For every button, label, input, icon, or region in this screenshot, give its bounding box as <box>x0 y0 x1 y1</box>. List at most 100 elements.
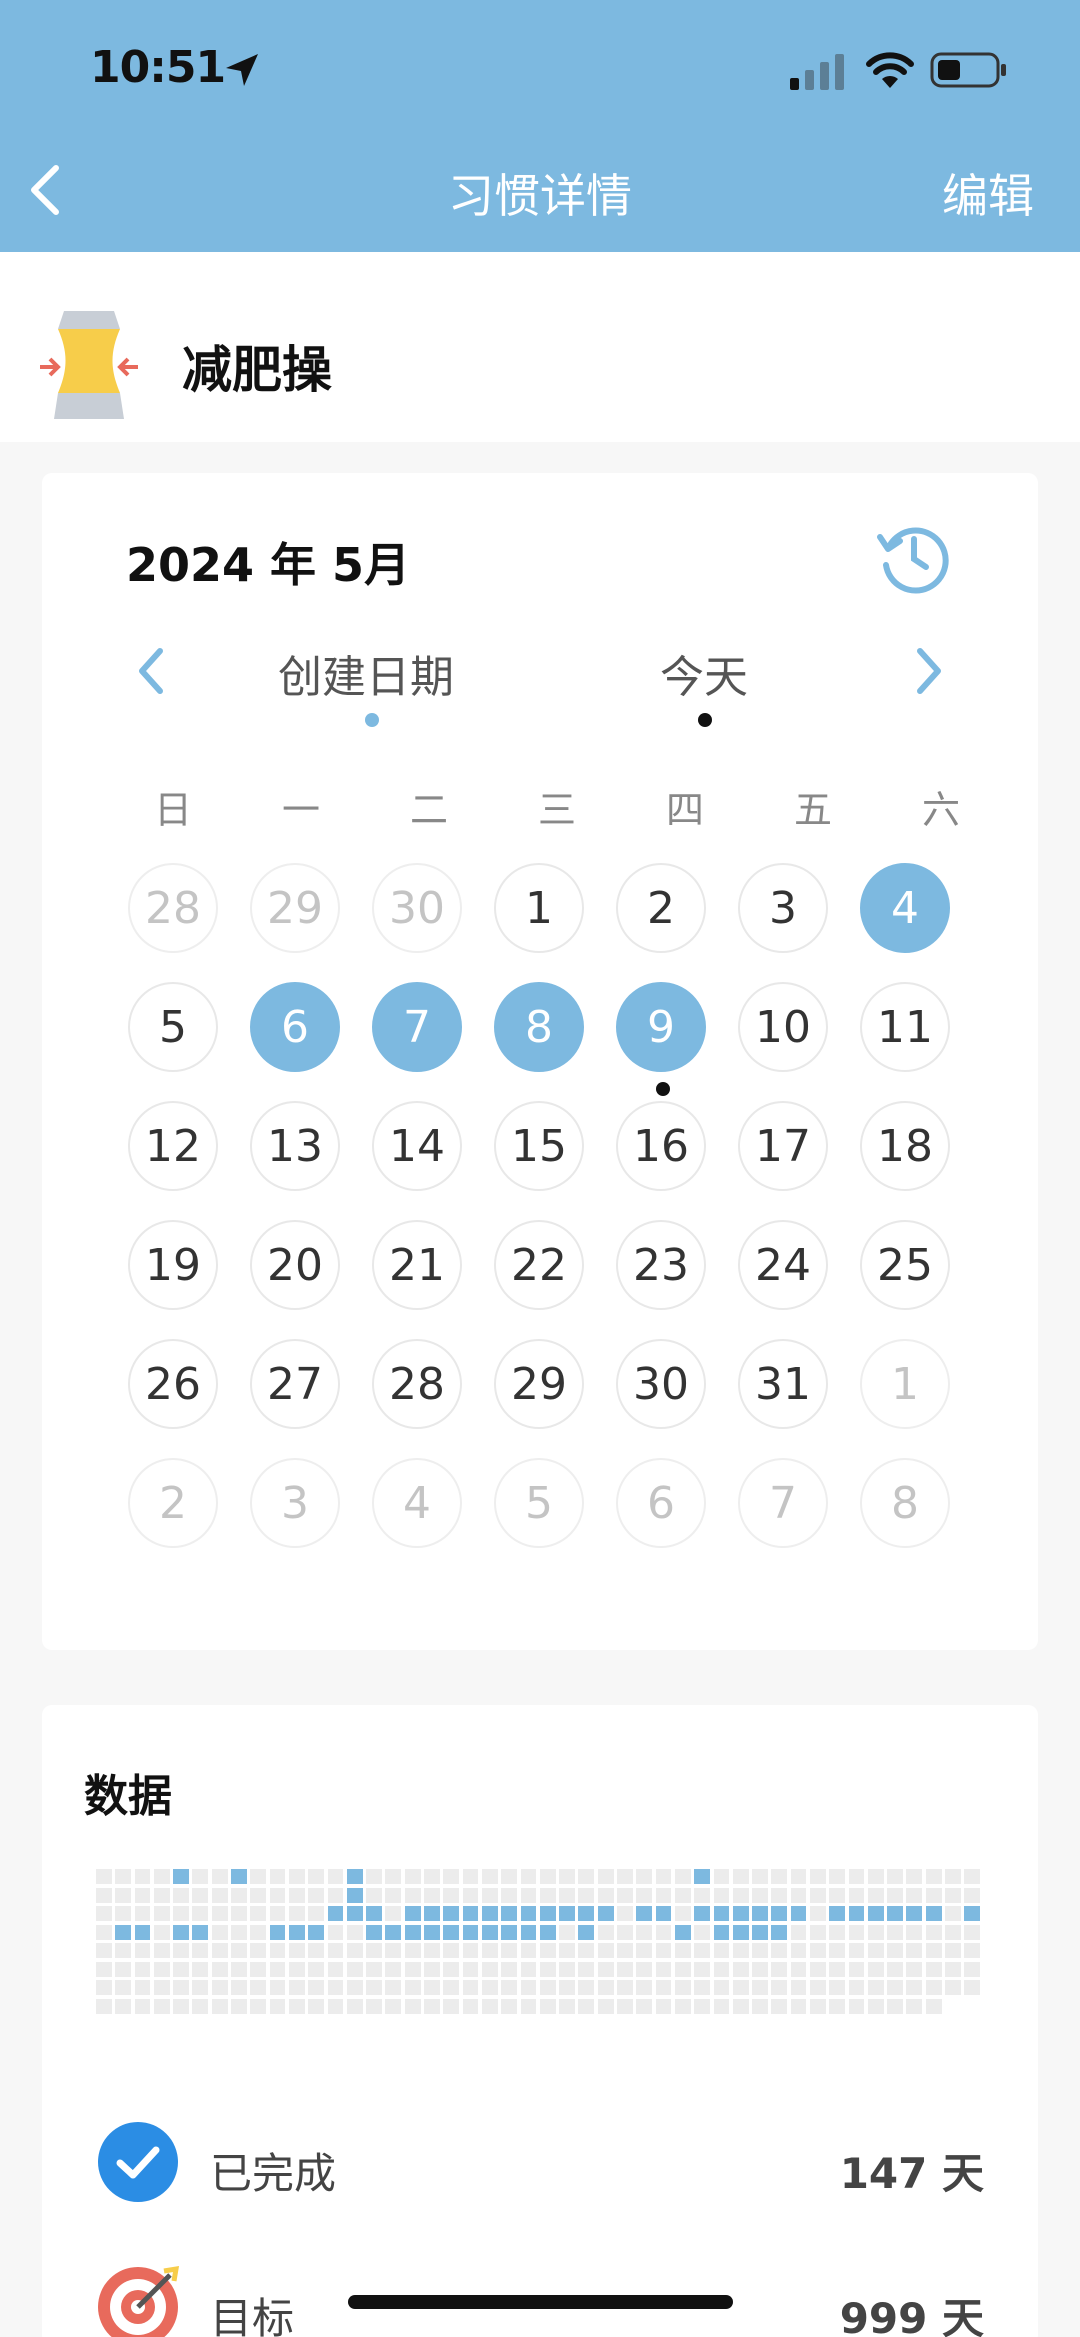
goal-label: 目标 <box>210 2294 295 2337</box>
calendar-day[interactable]: 4 <box>372 1458 462 1548</box>
calendar-day-number: 4 <box>891 882 919 934</box>
calendar-day-number: 2 <box>159 1477 187 1529</box>
heatmap-cell <box>790 1869 807 1884</box>
heatmap-cell <box>115 1961 132 1977</box>
calendar-day[interactable]: 14 <box>372 1101 462 1191</box>
calendar-day[interactable]: 11 <box>860 982 950 1072</box>
calendar-day-number: 11 <box>877 1001 933 1053</box>
created-date-link[interactable]: 创建日期 <box>278 641 454 705</box>
heatmap-cell <box>674 1998 691 2014</box>
calendar-day[interactable]: 5 <box>494 1458 584 1548</box>
calendar-day[interactable]: 29 <box>494 1339 584 1429</box>
heatmap-cell <box>250 1980 267 1995</box>
edit-button[interactable]: 编辑 <box>942 160 1034 226</box>
calendar-day[interactable]: 18 <box>860 1101 950 1191</box>
calendar-day[interactable]: 26 <box>128 1339 218 1429</box>
calendar-day[interactable]: 6 <box>616 1458 706 1548</box>
heatmap-cell <box>134 1943 151 1958</box>
heatmap-cell <box>559 1906 575 1921</box>
calendar-day[interactable]: 20 <box>250 1220 340 1310</box>
heatmap-cell <box>578 1906 595 1921</box>
calendar-day[interactable]: 1 <box>494 863 584 953</box>
calendar-day[interactable]: 22 <box>494 1220 584 1310</box>
heatmap-cell <box>906 1869 923 1884</box>
heatmap-cell <box>327 1961 344 1977</box>
calendar-day-number: 14 <box>389 1120 445 1172</box>
heatmap-cell <box>655 1998 672 2014</box>
calendar-day[interactable]: 8 <box>860 1458 950 1548</box>
heatmap-cell <box>655 1906 672 1921</box>
heatmap-cell <box>752 1961 768 1977</box>
calendar-day[interactable]: 3 <box>250 1458 340 1548</box>
heatmap-cell <box>231 1887 247 1903</box>
calendar-day[interactable]: 21 <box>372 1220 462 1310</box>
calendar-day-number: 24 <box>755 1239 811 1291</box>
calendar-day[interactable]: 27 <box>250 1339 340 1429</box>
calendar-day[interactable]: 7 <box>738 1458 828 1548</box>
calendar-day[interactable]: 17 <box>738 1101 828 1191</box>
heatmap-cell <box>250 1924 267 1940</box>
heatmap-cell <box>211 1961 228 1977</box>
calendar-day[interactable]: 24 <box>738 1220 828 1310</box>
calendar-day[interactable]: 30 <box>616 1339 706 1429</box>
heatmap-cell <box>520 1906 537 1921</box>
heatmap-cell <box>424 1943 440 1958</box>
heatmap-cell <box>115 1887 132 1903</box>
calendar-day-number: 21 <box>389 1239 445 1291</box>
heatmap-cell <box>501 1887 518 1903</box>
heatmap-cell <box>520 1924 537 1940</box>
heatmap-cell <box>867 1980 884 1995</box>
heatmap-cell <box>481 1943 498 1958</box>
calendar-day-number: 8 <box>891 1477 919 1529</box>
prev-month-icon[interactable] <box>132 643 172 699</box>
heatmap-cell <box>462 1943 479 1958</box>
calendar-day[interactable]: 13 <box>250 1101 340 1191</box>
heatmap-cell <box>96 1906 112 1921</box>
heatmap-cell <box>231 1869 247 1884</box>
heatmap-cell <box>192 1887 209 1903</box>
heatmap-cell <box>713 1887 730 1903</box>
history-clock-icon[interactable] <box>872 517 952 597</box>
calendar-day[interactable]: 6 <box>250 982 340 1072</box>
heatmap-cell <box>752 1943 768 1958</box>
next-month-icon[interactable] <box>908 643 948 699</box>
calendar-day[interactable]: 23 <box>616 1220 706 1310</box>
calendar-day[interactable]: 10 <box>738 982 828 1072</box>
heatmap-cell <box>559 1924 575 1940</box>
calendar-day[interactable]: 25 <box>860 1220 950 1310</box>
heatmap-cell <box>964 1869 981 1884</box>
calendar-day[interactable]: 30 <box>372 863 462 953</box>
calendar-day[interactable]: 19 <box>128 1220 218 1310</box>
calendar-day[interactable]: 28 <box>128 863 218 953</box>
calendar-day[interactable]: 29 <box>250 863 340 953</box>
heatmap-cell <box>694 1924 710 1940</box>
calendar-day[interactable]: 2 <box>616 863 706 953</box>
calendar-day[interactable]: 16 <box>616 1101 706 1191</box>
calendar-day[interactable]: 31 <box>738 1339 828 1429</box>
calendar-day[interactable]: 2 <box>128 1458 218 1548</box>
calendar-day[interactable]: 3 <box>738 863 828 953</box>
heatmap-cell <box>346 1961 363 1977</box>
heatmap-cell <box>578 1961 595 1977</box>
calendar-day[interactable]: 12 <box>128 1101 218 1191</box>
calendar-day[interactable]: 5 <box>128 982 218 1072</box>
calendar-day[interactable]: 28 <box>372 1339 462 1429</box>
calendar-day[interactable]: 4 <box>860 863 950 953</box>
calendar-day[interactable]: 7 <box>372 982 462 1072</box>
heatmap-cell <box>597 1887 614 1903</box>
heatmap-cell <box>346 1980 363 1995</box>
heatmap-cell <box>250 1906 267 1921</box>
heatmap-cell <box>173 1980 189 1995</box>
calendar-day[interactable]: 15 <box>494 1101 584 1191</box>
calendar-day[interactable]: 8 <box>494 982 584 1072</box>
heatmap-row <box>96 1961 996 1977</box>
heatmap-cell <box>964 1906 981 1921</box>
today-link[interactable]: 今天 <box>660 641 748 705</box>
calendar-day[interactable]: 9 <box>616 982 706 1096</box>
heatmap-cell <box>173 1943 189 1958</box>
heatmap-cell <box>481 1980 498 1995</box>
heatmap-cell <box>617 1924 633 1940</box>
calendar-day[interactable]: 1 <box>860 1339 950 1429</box>
heatmap-cell <box>578 1998 595 2014</box>
heatmap-cell <box>945 1999 961 2014</box>
